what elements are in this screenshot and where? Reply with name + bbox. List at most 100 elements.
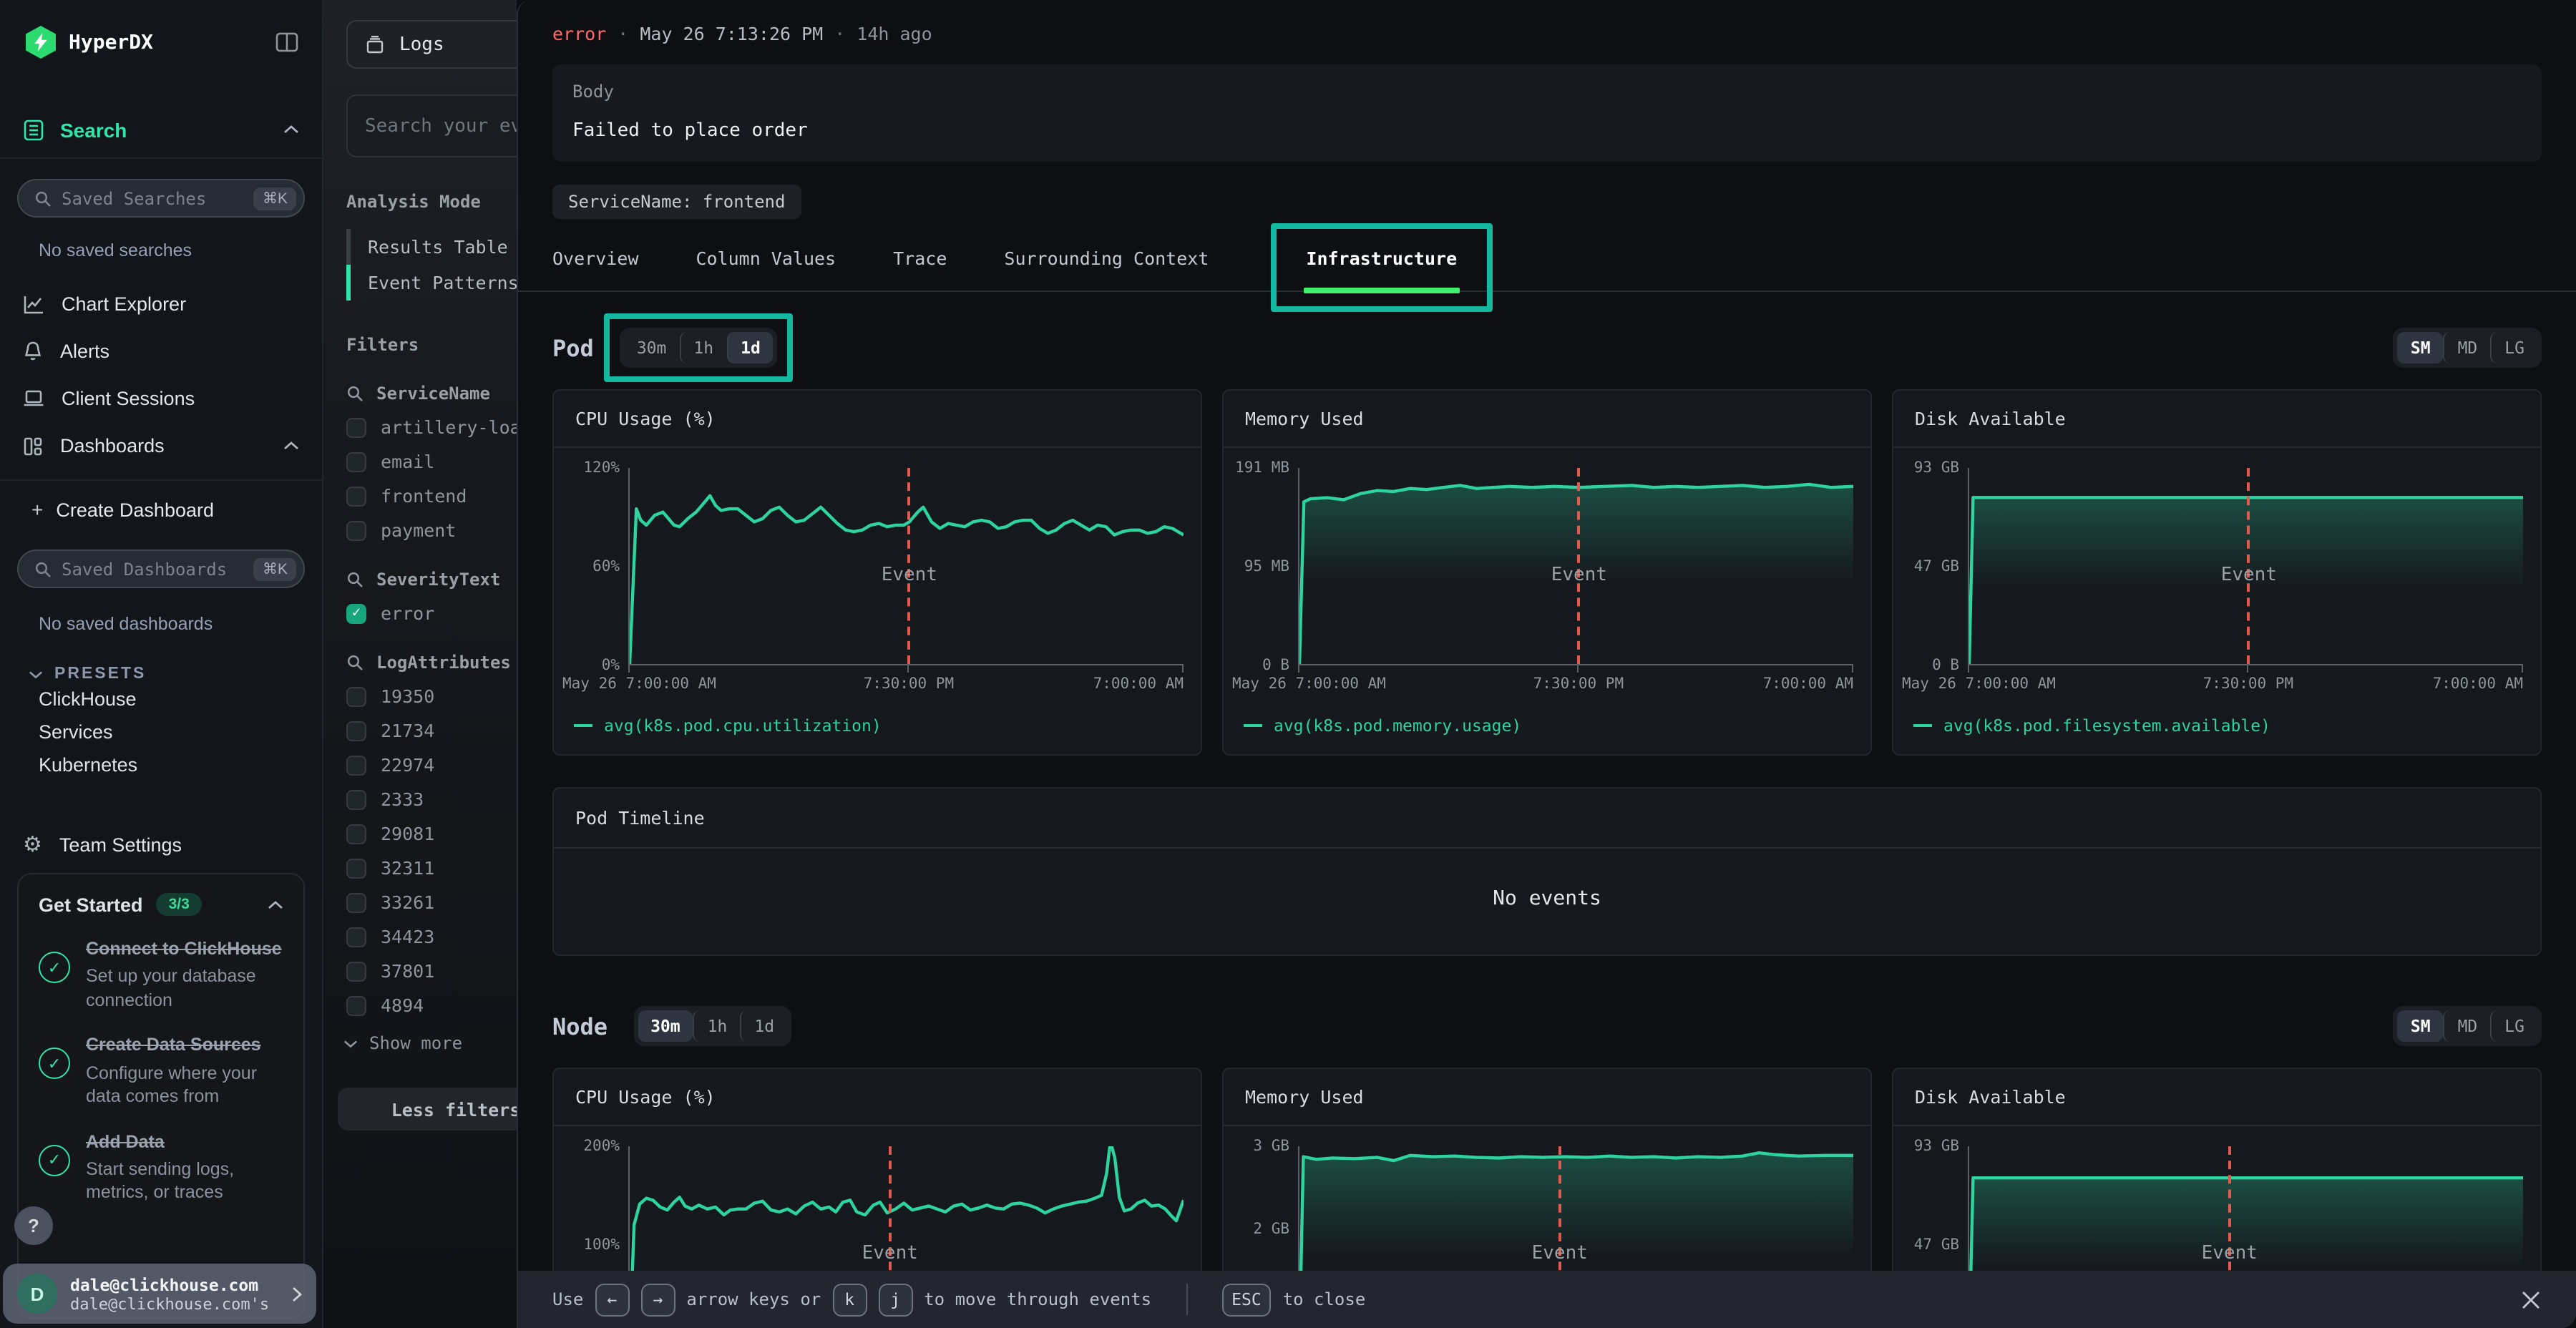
- filter-checkbox-row[interactable]: email: [346, 451, 517, 472]
- checkbox[interactable]: [346, 721, 366, 741]
- filter-checkbox-row[interactable]: 33261: [346, 892, 517, 913]
- filter-checkbox-row[interactable]: frontend: [346, 485, 517, 507]
- checkbox[interactable]: [346, 995, 366, 1015]
- saved-searches-input[interactable]: Saved Searches ⌘K: [17, 179, 305, 218]
- chart-plot[interactable]: Event: [1968, 468, 2523, 665]
- checkbox[interactable]: [346, 520, 366, 540]
- filter-checkbox-row[interactable]: 19350: [346, 685, 517, 707]
- sidebar-item-client-sessions[interactable]: Client Sessions: [0, 375, 322, 422]
- checkbox[interactable]: [346, 858, 366, 878]
- sidebar-item-search[interactable]: Search: [0, 102, 322, 159]
- time-range-button[interactable]: 1h: [693, 1010, 741, 1042]
- chart-size-button[interactable]: SM: [2398, 1010, 2444, 1042]
- chart-size-button[interactable]: LG: [2490, 332, 2537, 363]
- sidebar-item-chart-explorer[interactable]: Chart Explorer: [0, 280, 322, 328]
- chart-plot[interactable]: Event: [1298, 468, 1853, 665]
- checkbox[interactable]: [346, 927, 366, 947]
- show-more-button[interactable]: Show more: [343, 1033, 517, 1053]
- time-range-button[interactable]: 30m: [638, 1010, 693, 1042]
- tab[interactable]: Overview: [552, 248, 638, 290]
- servicename-chip[interactable]: ServiceName: frontend: [552, 185, 801, 219]
- sidebar-item-team-settings[interactable]: ⚙ Team Settings: [0, 819, 322, 870]
- pod-memory-chart-card: Memory Used 191 MB95 MB0 B Event May 26 …: [1222, 389, 1872, 756]
- filter-group-header[interactable]: ServiceName: [346, 384, 517, 404]
- chevron-up-icon[interactable]: [283, 441, 299, 451]
- event-marker-label: Event: [2221, 565, 2277, 587]
- sidebar-item-label: Search: [60, 118, 127, 141]
- checkbox[interactable]: [346, 824, 366, 844]
- tab[interactable]: Trace: [893, 248, 947, 290]
- source-selector-button[interactable]: Logs: [346, 20, 517, 69]
- sidebar-item-dashboards[interactable]: Dashboards: [0, 422, 322, 469]
- get-started-header[interactable]: Get Started 3/3: [39, 893, 283, 916]
- event-body-card[interactable]: Body Failed to place order: [552, 64, 2542, 162]
- chart-legend: avg(k8s.pod.memory.usage): [1224, 697, 1870, 754]
- event-search-placeholder: Search your events: [365, 115, 517, 137]
- presets-toggle[interactable]: PRESETS: [0, 634, 322, 683]
- filter-checkbox-row[interactable]: 29081: [346, 823, 517, 844]
- checkbox[interactable]: [346, 755, 366, 775]
- filter-checkbox-row[interactable]: 34423: [346, 926, 517, 947]
- analysis-mode-option[interactable]: Results Table: [346, 229, 517, 265]
- checkbox[interactable]: [346, 451, 366, 472]
- chart-title: CPU Usage (%): [554, 1069, 1201, 1126]
- saved-dashboards-input[interactable]: Saved Dashboards ⌘K: [17, 550, 305, 588]
- tab[interactable]: Surrounding Context: [1004, 248, 1209, 290]
- filter-group-name: LogAttributes: [376, 653, 511, 673]
- chart-size-button[interactable]: MD: [2444, 1010, 2491, 1042]
- checkbox[interactable]: [346, 603, 366, 623]
- chart-size-button[interactable]: LG: [2490, 1010, 2537, 1042]
- get-started-item[interactable]: ✓ Add Data Start sending logs, metrics, …: [39, 1130, 283, 1205]
- legend-line-swatch: [1244, 724, 1262, 727]
- laptop-icon: [23, 389, 44, 408]
- tab[interactable]: Column Values: [696, 248, 836, 290]
- preset-dashboard-link[interactable]: ClickHouse: [0, 683, 322, 716]
- help-button[interactable]: ?: [14, 1206, 53, 1245]
- filter-checkbox-row[interactable]: error: [346, 602, 517, 624]
- checkbox[interactable]: [346, 892, 366, 912]
- filter-checkbox-row[interactable]: 21734: [346, 720, 517, 741]
- filter-group-header[interactable]: LogAttributes: [346, 653, 517, 673]
- pod-timeline-card: Pod Timeline No events: [552, 787, 2542, 956]
- get-started-item[interactable]: ✓ Connect to ClickHouse Set up your data…: [39, 937, 283, 1012]
- preset-dashboard-link[interactable]: Kubernetes: [0, 748, 322, 781]
- user-menu[interactable]: D dale@clickhouse.com dale@clickhouse.co…: [3, 1264, 316, 1324]
- less-filters-button[interactable]: Less filters: [338, 1088, 517, 1131]
- chart-plot[interactable]: Event: [628, 468, 1184, 665]
- filter-checkbox-row[interactable]: 4894: [346, 995, 517, 1016]
- filter-group-header[interactable]: SeverityText: [346, 570, 517, 590]
- checkbox[interactable]: [346, 961, 366, 981]
- filter-checkbox-row[interactable]: artillery-loa: [346, 416, 517, 438]
- tab[interactable]: Infrastructure: [1306, 248, 1457, 290]
- checkbox[interactable]: [346, 686, 366, 706]
- legend-line-swatch: [1913, 724, 1932, 727]
- filter-checkbox-row[interactable]: 37801: [346, 960, 517, 982]
- filter-checkbox-row[interactable]: 32311: [346, 857, 517, 879]
- chart-title: Disk Available: [1893, 391, 2540, 448]
- filter-checkbox-row[interactable]: 2333: [346, 788, 517, 810]
- event-search-input[interactable]: Search your events: [346, 94, 517, 157]
- node-chart-size-control: SM MD LG: [2394, 1006, 2542, 1046]
- presets-list: ClickHouse Services Kubernetes: [0, 683, 322, 781]
- chart-size-button[interactable]: MD: [2444, 332, 2491, 363]
- create-dashboard-button[interactable]: + Create Dashboard: [0, 481, 322, 538]
- checkbox[interactable]: [346, 486, 366, 506]
- get-started-progress-badge: 3/3: [156, 893, 203, 916]
- chevron-up-icon[interactable]: [268, 899, 283, 909]
- event-detail-panel: error · May 26 7:13:26 PM · 14h ago Body…: [517, 0, 2576, 1328]
- get-started-item-title: Connect to ClickHouse: [86, 939, 282, 959]
- filter-checkbox-row[interactable]: 22974: [346, 754, 517, 776]
- filter-checkbox-row[interactable]: payment: [346, 519, 517, 541]
- checkbox[interactable]: [346, 417, 366, 437]
- get-started-item[interactable]: ✓ Create Data Sources Configure where yo…: [39, 1034, 283, 1109]
- chevron-up-icon[interactable]: [283, 125, 299, 135]
- collapse-sidebar-icon[interactable]: [275, 30, 299, 54]
- time-range-button[interactable]: 1d: [740, 1010, 787, 1042]
- node-section-title: Node: [552, 1012, 608, 1040]
- chart-size-button[interactable]: SM: [2398, 332, 2444, 363]
- preset-dashboard-link[interactable]: Services: [0, 716, 322, 748]
- sidebar-item-alerts[interactable]: Alerts: [0, 328, 322, 375]
- close-icon[interactable]: [2520, 1289, 2542, 1310]
- analysis-mode-option[interactable]: Event Patterns: [346, 265, 517, 301]
- checkbox[interactable]: [346, 789, 366, 809]
